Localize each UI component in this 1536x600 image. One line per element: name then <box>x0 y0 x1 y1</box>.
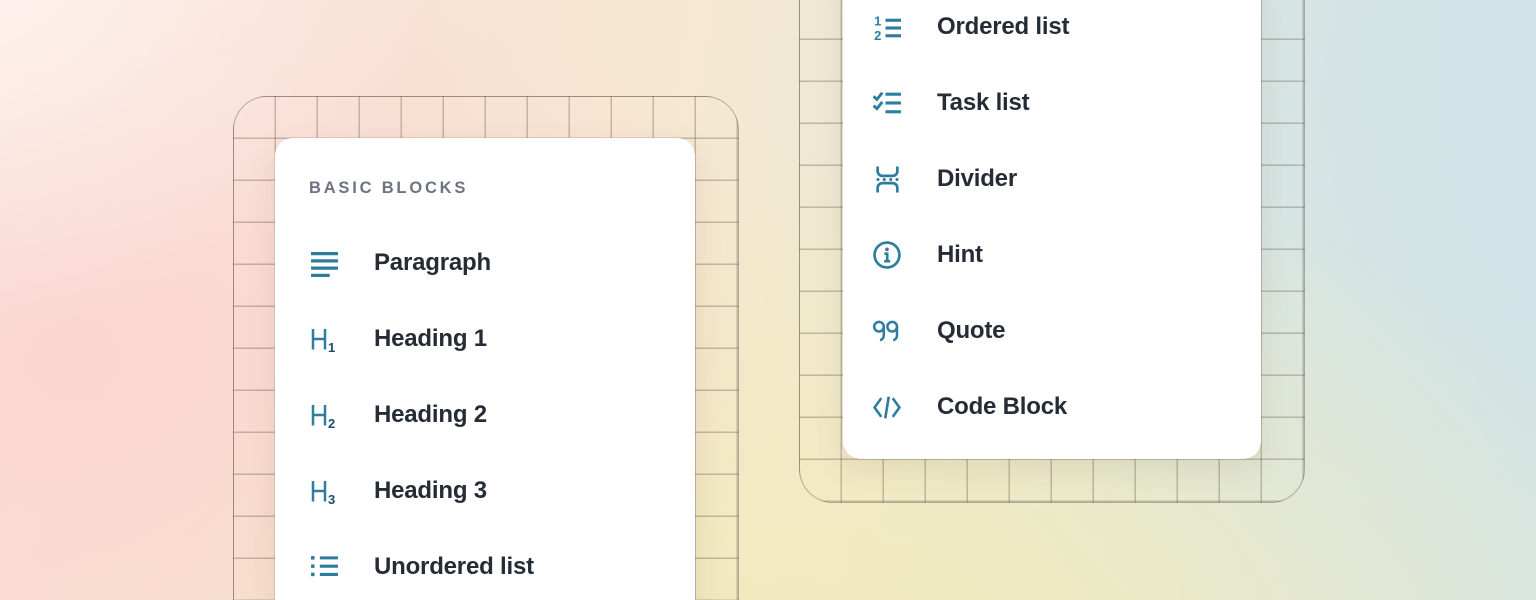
heading-2-icon: 2 <box>309 400 339 430</box>
menu-item-label: Divider <box>937 165 1017 193</box>
section-label: BASIC BLOCKS <box>309 176 695 200</box>
heading-1-icon: 1 <box>309 324 339 354</box>
menu-item-heading-1[interactable]: 1 Heading 1 <box>275 301 695 377</box>
ordered-list-icon: 1 2 <box>872 12 902 42</box>
task-list-icon <box>872 88 902 118</box>
divider-icon <box>872 164 902 194</box>
menu-item-label: Ordered list <box>937 13 1069 41</box>
menu-item-label: Heading 3 <box>374 477 487 505</box>
svg-text:2: 2 <box>874 27 881 41</box>
hint-icon <box>872 240 902 270</box>
menu-item-label: Quote <box>937 317 1005 345</box>
menu-item-paragraph[interactable]: Paragraph <box>275 225 695 301</box>
svg-text:3: 3 <box>328 492 335 506</box>
heading-3-icon: 3 <box>309 476 339 506</box>
menu-item-ordered-list[interactable]: 1 2 Ordered list <box>843 0 1261 65</box>
svg-text:2: 2 <box>328 416 335 430</box>
menu-item-label: Paragraph <box>374 249 491 277</box>
menu-item-quote[interactable]: Quote <box>843 293 1261 369</box>
menu-item-hint[interactable]: Hint <box>843 217 1261 293</box>
menu-item-heading-2[interactable]: 2 Heading 2 <box>275 377 695 453</box>
menu-item-label: Heading 2 <box>374 401 487 429</box>
unordered-list-icon <box>309 552 339 582</box>
block-menus-illustration: BASIC BLOCKS Paragraph 1 Heading 1 <box>0 0 1536 600</box>
svg-text:1: 1 <box>874 13 881 28</box>
quote-icon <box>872 316 902 346</box>
menu-item-label: Task list <box>937 89 1029 117</box>
menu-item-code-block[interactable]: Code Block <box>843 369 1261 445</box>
menu-item-label: Unordered list <box>374 553 534 581</box>
menu-item-heading-3[interactable]: 3 Heading 3 <box>275 453 695 529</box>
menu-item-divider[interactable]: Divider <box>843 141 1261 217</box>
menu-item-label: Code Block <box>937 393 1067 421</box>
svg-text:1: 1 <box>328 340 335 354</box>
basic-blocks-menu: BASIC BLOCKS Paragraph 1 Heading 1 <box>275 138 695 600</box>
code-block-icon <box>872 392 902 422</box>
menu-item-label: Heading 1 <box>374 325 487 353</box>
menu-item-unordered-list[interactable]: Unordered list <box>275 529 695 600</box>
more-blocks-menu: 1 2 Ordered list <box>843 0 1261 459</box>
paragraph-icon <box>309 248 339 278</box>
menu-item-label: Hint <box>937 241 983 269</box>
menu-item-task-list[interactable]: Task list <box>843 65 1261 141</box>
